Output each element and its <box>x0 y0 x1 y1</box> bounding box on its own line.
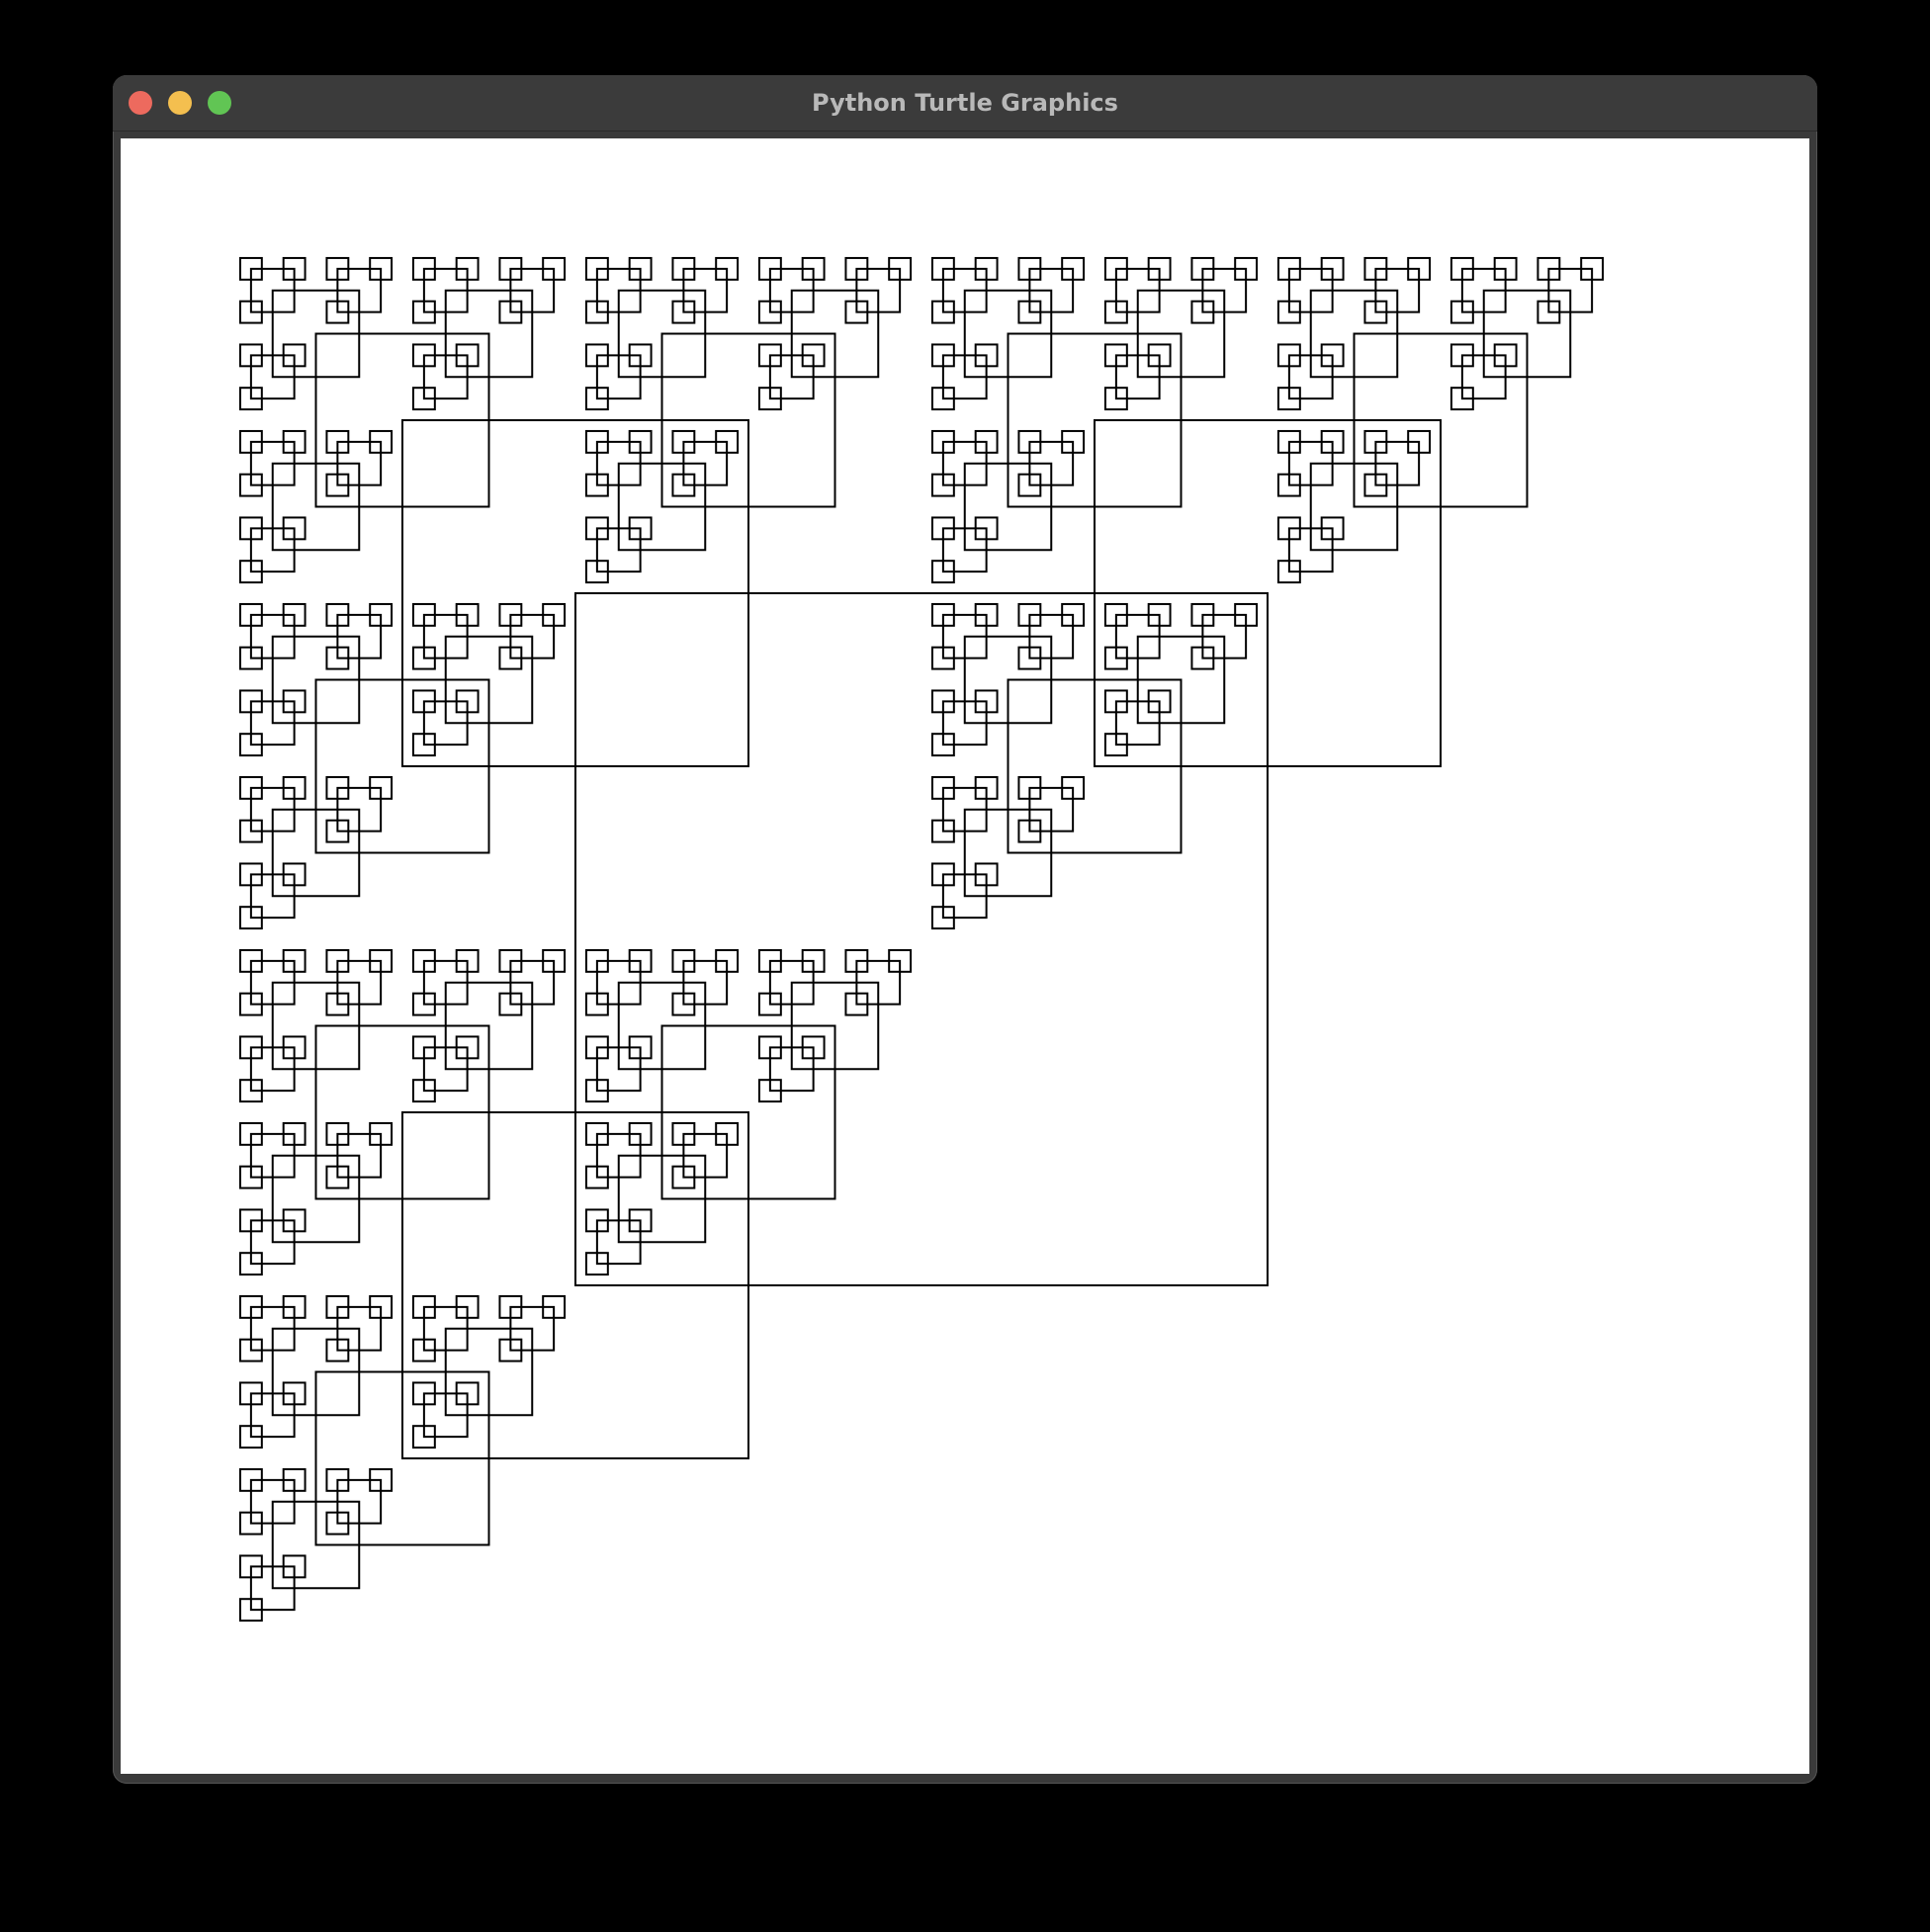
window-title: Python Turtle Graphics <box>812 89 1118 117</box>
fractal-square <box>574 592 1269 1286</box>
title-bar[interactable]: Python Turtle Graphics <box>113 75 1817 132</box>
turtle-canvas-area <box>121 138 1809 1774</box>
turtle-window: Python Turtle Graphics <box>113 75 1817 1784</box>
turtle-drawing <box>238 256 1605 1623</box>
